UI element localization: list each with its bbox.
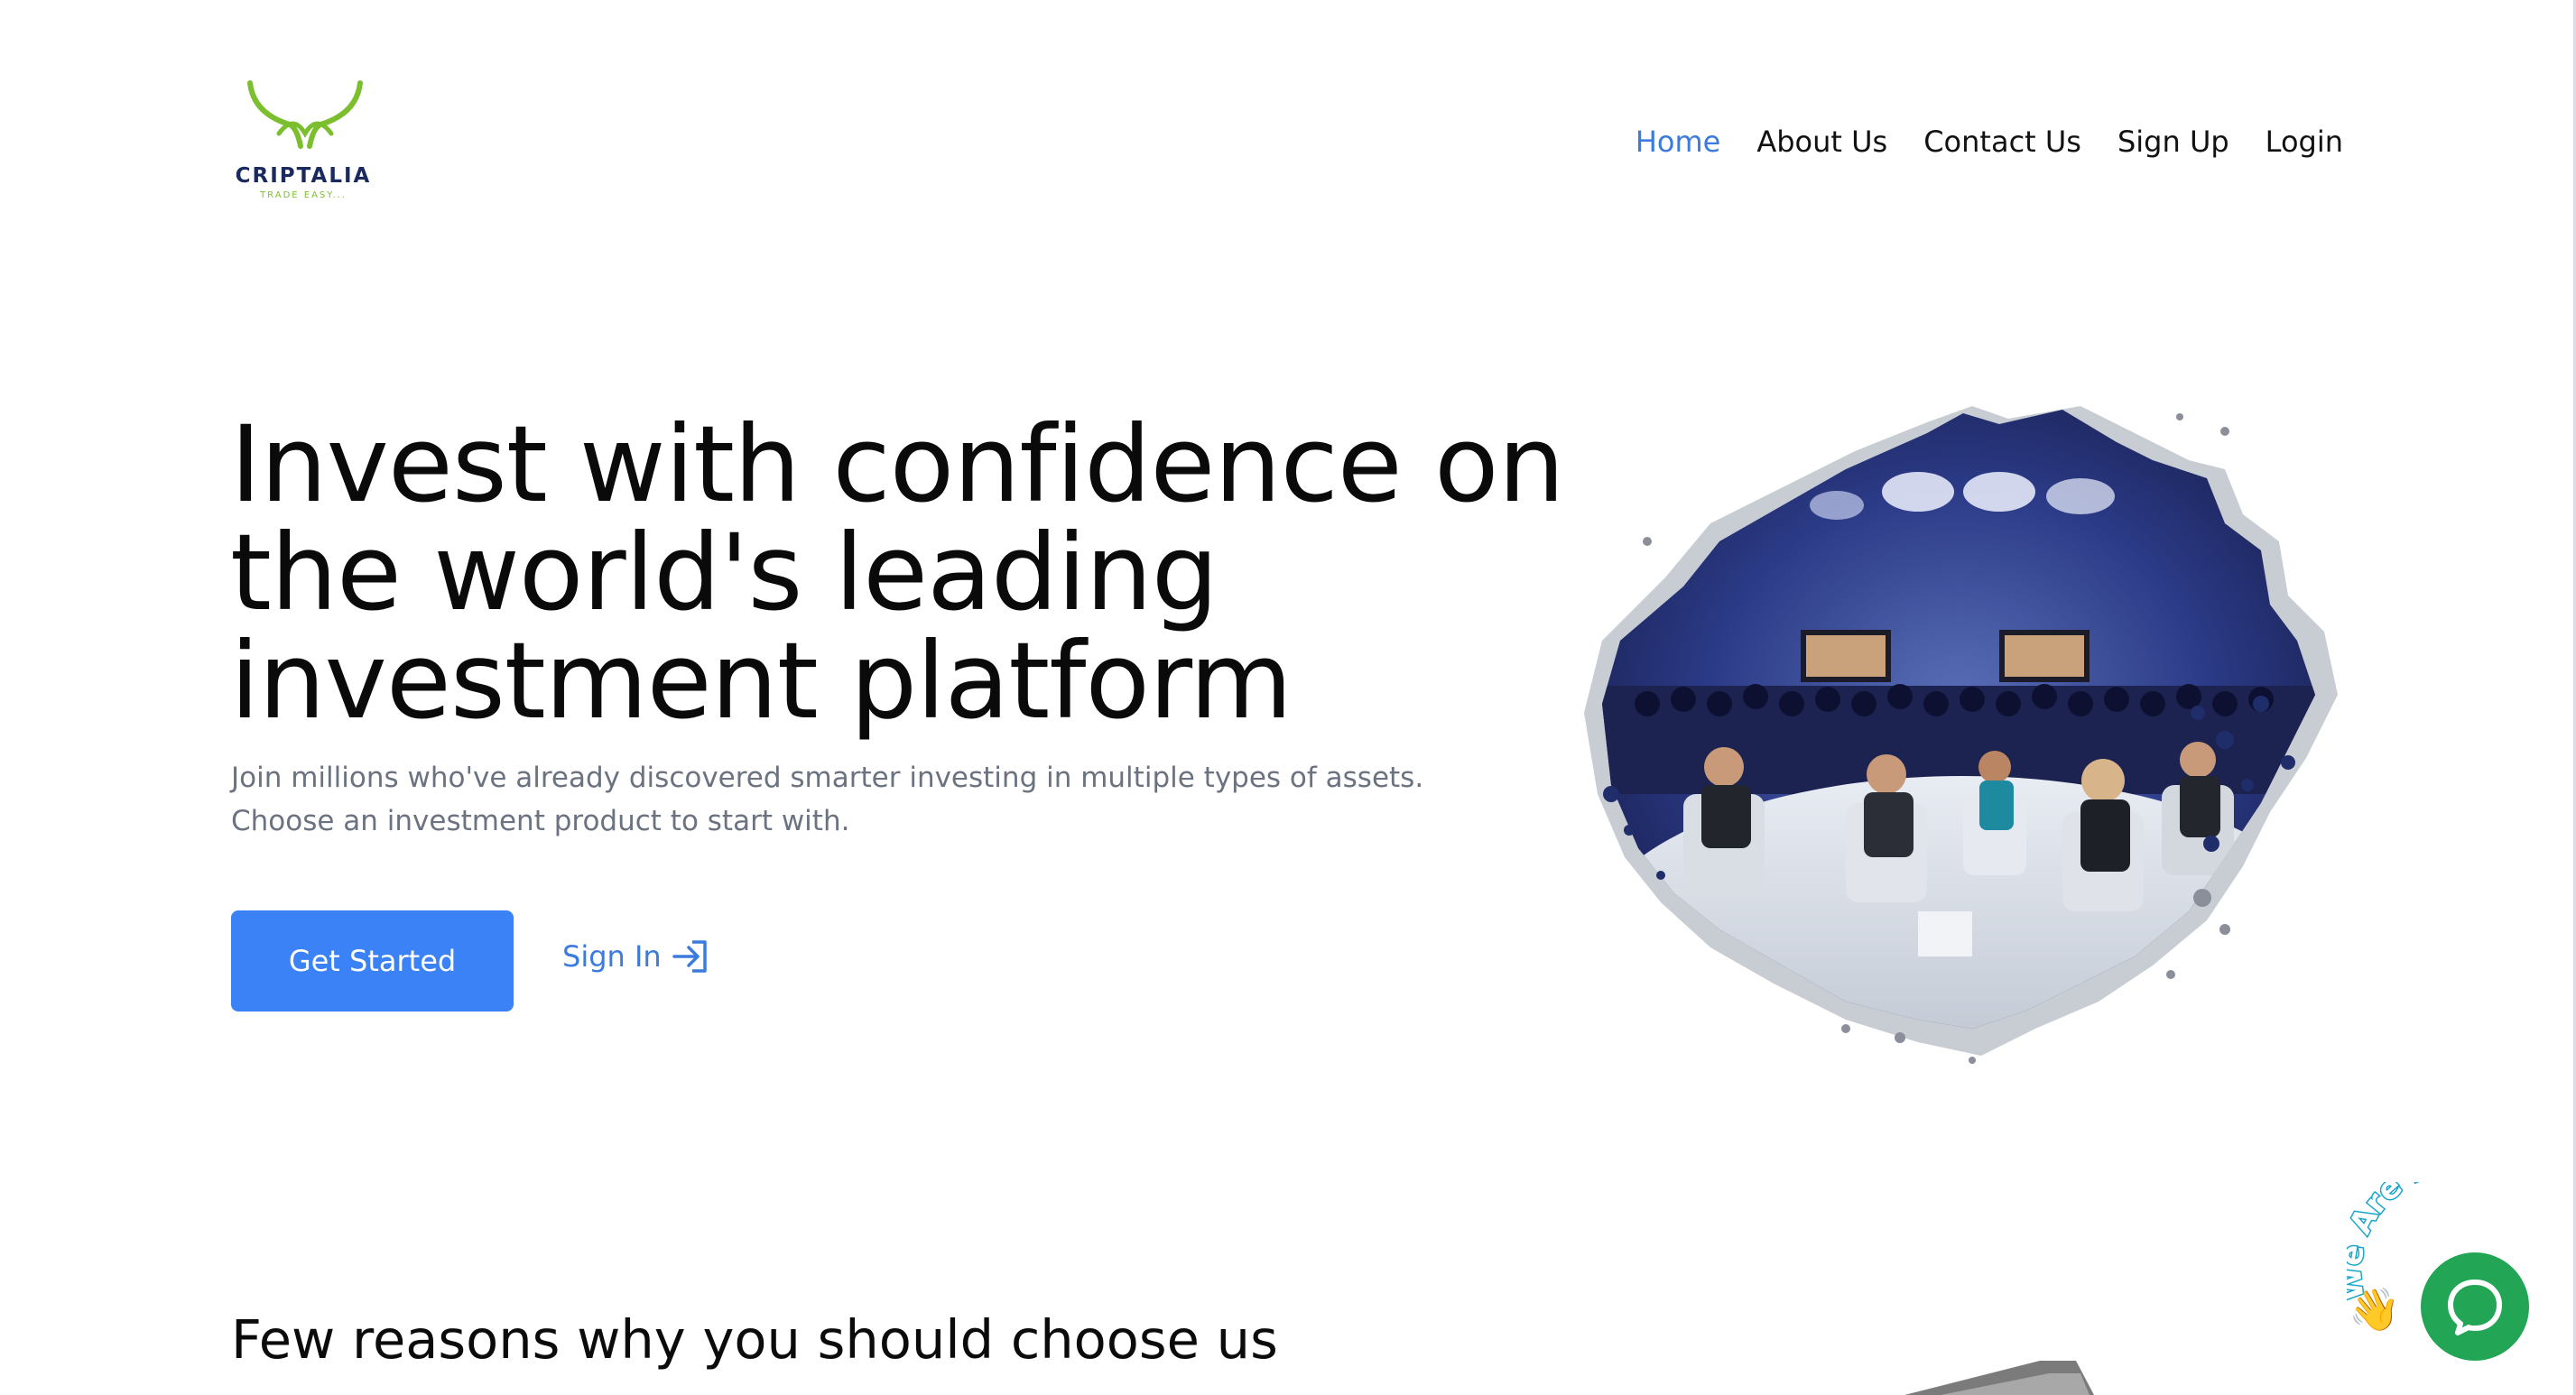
main-nav: Home About Us Contact Us Sign Up Login bbox=[1635, 125, 2343, 159]
brand-name: CRIPTALIA bbox=[235, 164, 372, 188]
hero-subtitle: Join millions who've already discovered … bbox=[231, 762, 1424, 837]
nav-login[interactable]: Login bbox=[2266, 125, 2343, 159]
chat-widget: We Are Here! 👋 bbox=[2347, 1182, 2576, 1395]
nav-sign-up[interactable]: Sign Up bbox=[2117, 125, 2229, 159]
hero-title-line-1: Invest with confidence on bbox=[230, 402, 1565, 526]
sign-in-arrow-icon bbox=[672, 940, 707, 973]
hero-title: Invest with confidence on the world's le… bbox=[230, 411, 1566, 735]
chat-bubble-icon bbox=[2448, 1280, 2502, 1335]
reasons-title: Few reasons why you should choose us bbox=[231, 1308, 1278, 1371]
waving-hand-icon: 👋 bbox=[2349, 1285, 2401, 1334]
sign-in-label: Sign In bbox=[562, 939, 662, 974]
conference-panel-image bbox=[1584, 406, 2338, 1064]
brand-logo[interactable]: CRIPTALIA TRADE EASY... bbox=[230, 78, 384, 208]
get-started-button[interactable]: Get Started bbox=[231, 910, 514, 1012]
decorative-shape bbox=[1904, 1361, 2094, 1395]
hero-title-line-3: investment platform bbox=[230, 619, 1293, 743]
sign-in-link[interactable]: Sign In bbox=[562, 938, 710, 975]
hero-title-line-2: the world's leading bbox=[230, 511, 1219, 634]
brand-tagline: TRADE EASY... bbox=[260, 190, 347, 200]
chat-button[interactable] bbox=[2421, 1252, 2529, 1361]
nav-home[interactable]: Home bbox=[1635, 125, 1721, 159]
nav-about-us[interactable]: About Us bbox=[1756, 125, 1887, 159]
nav-contact-us[interactable]: Contact Us bbox=[1923, 125, 2081, 159]
bull-horns-logo-icon bbox=[247, 80, 363, 149]
